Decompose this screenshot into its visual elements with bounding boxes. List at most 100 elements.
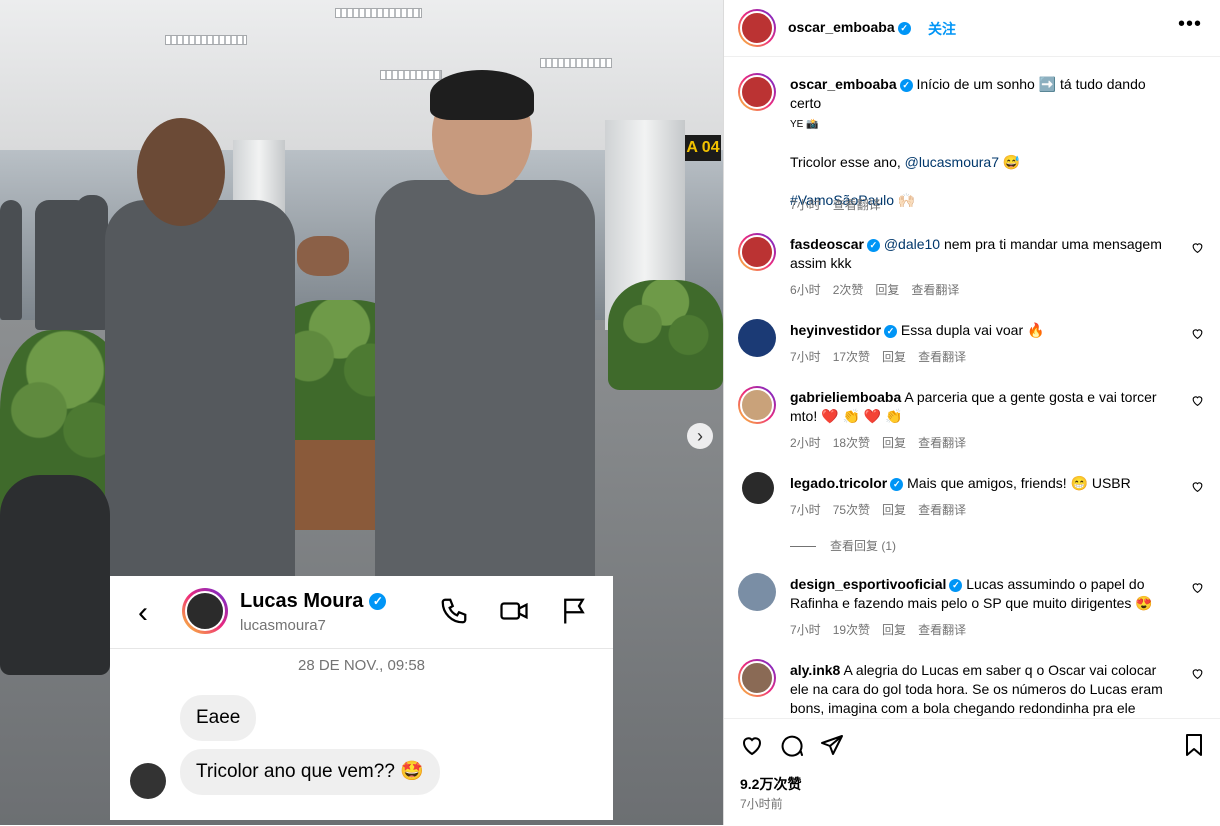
heart-icon[interactable]: [1191, 581, 1204, 594]
dm-contact-name: Lucas Moura ✓: [240, 590, 387, 613]
ceiling-light: [380, 70, 442, 80]
post-photo: A 04 › ‹ Lucas Moura ✓ lucasmoura7 28 DE …: [0, 0, 723, 825]
avatar: [182, 588, 228, 634]
share-icon[interactable]: [820, 733, 844, 757]
lucas-head: [137, 118, 225, 226]
mention-link[interactable]: @dale10: [884, 236, 940, 252]
caption-text: oscar_emboaba ✓ Início de um sonho ➡️ tá …: [790, 76, 1146, 208]
comment-text: heyinvestidor ✓ Essa dupla vai voar 🔥: [790, 322, 1045, 338]
verified-icon: ✓: [884, 324, 898, 338]
backpack: [0, 475, 110, 675]
more-options-icon[interactable]: •••: [1178, 13, 1202, 36]
ceiling-light: [540, 58, 612, 68]
translate-link[interactable]: 查看翻译: [911, 281, 959, 298]
comment-username[interactable]: legado.tricolor: [790, 475, 887, 491]
avatar[interactable]: [738, 659, 776, 697]
view-replies-button[interactable]: 查看回复 (1): [790, 537, 896, 554]
header-username[interactable]: oscar_emboaba ✓: [788, 19, 911, 35]
reply-button[interactable]: 回复: [882, 348, 906, 365]
chevron-right-icon: ›: [697, 425, 703, 446]
handshake: [297, 236, 349, 276]
action-icons: [740, 733, 844, 757]
comment-meta: 6小时 2次赞 回复 查看翻译: [790, 281, 960, 298]
comment-meta: 7小时 17次赞 回复 查看翻译: [790, 348, 967, 365]
reply-button[interactable]: 回复: [882, 501, 906, 518]
oscar-figure: [375, 180, 595, 600]
lucas-moura-figure: [105, 200, 295, 590]
verified-icon: ✓: [949, 578, 963, 592]
avatar[interactable]: [738, 73, 776, 111]
translate-link[interactable]: 查看翻译: [833, 196, 881, 213]
translate-link[interactable]: 查看翻译: [918, 434, 966, 451]
likes-count[interactable]: 75次赞: [833, 501, 870, 518]
dm-screenshot-overlay: ‹ Lucas Moura ✓ lucasmoura7 28 DE NOV., 0…: [110, 576, 613, 820]
comment-username[interactable]: aly.ink8: [790, 662, 840, 678]
verified-icon: ✓: [897, 21, 911, 35]
likes-count[interactable]: 2次赞: [833, 281, 864, 298]
likes-count[interactable]: 17次赞: [833, 348, 870, 365]
post-timestamp[interactable]: 7小时前: [740, 795, 783, 812]
reply-button[interactable]: 回复: [882, 621, 906, 638]
comments-feed: oscar_emboaba ✓ Início de um sonho ➡️ tá …: [724, 57, 1220, 717]
heart-icon[interactable]: [1191, 327, 1204, 340]
heart-icon[interactable]: [1191, 480, 1204, 493]
post-header: oscar_emboaba ✓ 关注 •••: [724, 0, 1220, 57]
back-arrow-icon: ‹: [138, 596, 148, 629]
comment-text: gabrieliemboaba A parceria que a gente g…: [790, 389, 1157, 424]
comment-text: aly.ink8 A alegria do Lucas em saber q o…: [790, 662, 1163, 716]
bookmark-icon[interactable]: [1182, 733, 1206, 757]
comment-meta: 2小时 18次赞 回复 查看翻译: [790, 434, 967, 451]
follow-button[interactable]: 关注: [928, 19, 956, 39]
verified-icon: ✓: [369, 593, 387, 611]
likes-count[interactable]: 19次赞: [833, 621, 870, 638]
post-sidebar: oscar_emboaba ✓ 关注 ••• oscar_emboaba ✓ Iní…: [723, 0, 1220, 825]
comment-meta: 7小时 75次赞 回复 查看翻译: [790, 501, 967, 518]
dm-header: ‹ Lucas Moura ✓ lucasmoura7: [110, 576, 613, 649]
heart-icon[interactable]: [1191, 394, 1204, 407]
ceiling-light: [335, 8, 422, 18]
translate-link[interactable]: 查看翻译: [918, 621, 966, 638]
mention-link[interactable]: @lucasmoura7: [905, 154, 999, 170]
dm-contact-username: lucasmoura7: [240, 617, 326, 634]
comment-icon[interactable]: [780, 733, 804, 757]
comment-username[interactable]: fasdeoscar: [790, 236, 864, 252]
verified-icon: ✓: [890, 477, 904, 491]
comment-username[interactable]: gabrieliemboaba: [790, 389, 901, 405]
translate-link[interactable]: 查看翻译: [918, 501, 966, 518]
phone-icon: [441, 598, 467, 624]
reply-button[interactable]: 回复: [875, 281, 899, 298]
heart-icon[interactable]: [1191, 241, 1204, 254]
oscar-hair: [430, 70, 534, 120]
next-photo-button[interactable]: ›: [687, 423, 713, 449]
translate-link[interactable]: 查看翻译: [918, 348, 966, 365]
verified-icon: ✓: [866, 238, 880, 252]
message-bubble: Tricolor ano que vem?? 🤩: [180, 749, 440, 795]
heart-icon[interactable]: [1191, 667, 1204, 680]
comment-username[interactable]: design_esportivooficial: [790, 576, 946, 592]
avatar[interactable]: [738, 573, 776, 611]
background-person: [76, 195, 108, 330]
likes-count[interactable]: 18次赞: [833, 434, 870, 451]
avatar[interactable]: [738, 386, 776, 424]
caption-username[interactable]: oscar_emboaba: [790, 76, 897, 92]
heart-icon[interactable]: [740, 733, 764, 757]
gate-sign: A 04: [685, 135, 721, 161]
avatar[interactable]: [738, 319, 776, 357]
comment-username[interactable]: heyinvestidor: [790, 322, 881, 338]
comment-text: design_esportivooficial ✓ Lucas assumindo…: [790, 576, 1153, 611]
flag-icon: [564, 598, 585, 624]
post-likes-count[interactable]: 9.2万次赞: [740, 774, 801, 794]
ceiling-light: [165, 35, 247, 45]
video-call-icon: [500, 602, 528, 620]
dm-date: 28 DE NOV., 09:58: [297, 657, 426, 674]
reply-button[interactable]: 回复: [882, 434, 906, 451]
avatar[interactable]: [738, 9, 776, 47]
avatar[interactable]: [738, 233, 776, 271]
avatar[interactable]: [742, 472, 774, 504]
comment-meta: 7小时 19次赞 回复 查看翻译: [790, 621, 967, 638]
post-actions: 9.2万次赞 7小时前: [724, 718, 1220, 826]
background-person: [0, 200, 22, 320]
message-bubble: Eaee: [180, 695, 257, 741]
verified-icon: ✓: [899, 78, 913, 92]
plants: [608, 280, 723, 390]
